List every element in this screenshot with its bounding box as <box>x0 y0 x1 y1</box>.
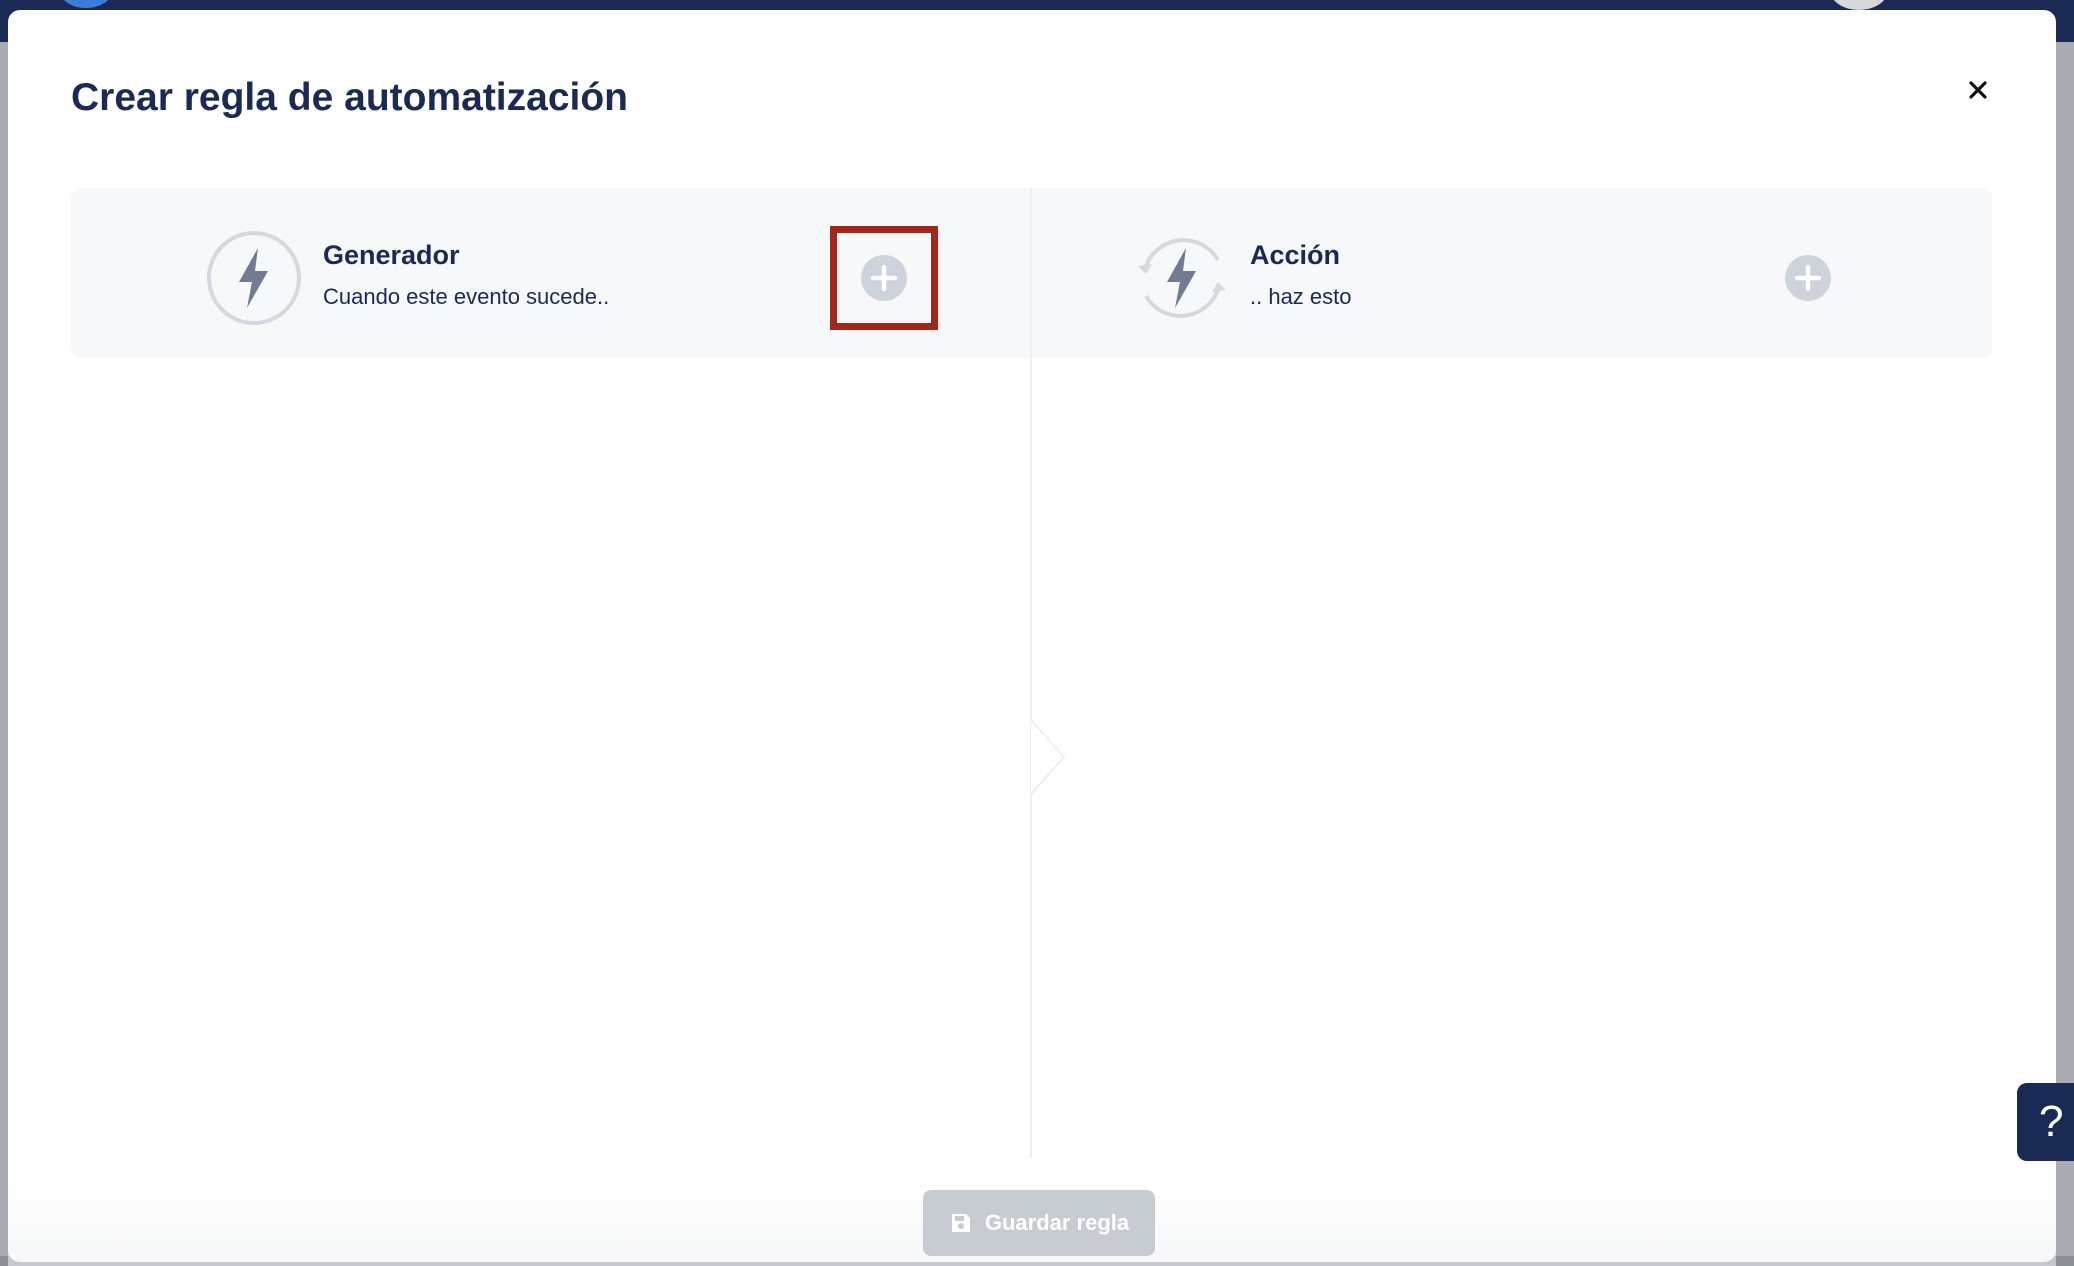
app-logo[interactable] <box>60 0 112 8</box>
trigger-title: Generador <box>323 240 460 270</box>
action-section: Acción .. haz esto <box>1032 188 1992 358</box>
column-divider <box>1030 188 1032 1158</box>
user-avatar[interactable] <box>1830 0 1888 10</box>
flow-arrow <box>1030 720 1066 794</box>
lightning-icon <box>207 231 301 325</box>
action-subtitle: .. haz esto <box>1250 284 1352 309</box>
lightning-refresh-icon <box>1138 238 1226 318</box>
modal-title: Crear regla de automatización <box>71 76 629 119</box>
automation-rule-modal: Crear regla de automatización Generador … <box>8 10 2056 1266</box>
trigger-subtitle: Cuando este evento sucede.. <box>323 284 610 309</box>
action-title: Acción <box>1250 240 1341 270</box>
close-button[interactable] <box>1958 70 1998 110</box>
add-action-button[interactable] <box>1784 254 1832 302</box>
save-rule-button[interactable]: Guardar regla <box>923 1190 1155 1256</box>
highlight-box <box>830 226 938 330</box>
trigger-section: Generador Cuando este evento sucede.. <box>71 188 1031 358</box>
save-rule-label: Guardar regla <box>984 1210 1130 1235</box>
help-button[interactable]: ? <box>2017 1083 2074 1161</box>
help-label: ? <box>2039 1097 2064 1146</box>
close-icon <box>1969 81 1987 99</box>
floppy-disk-icon <box>951 1214 970 1232</box>
